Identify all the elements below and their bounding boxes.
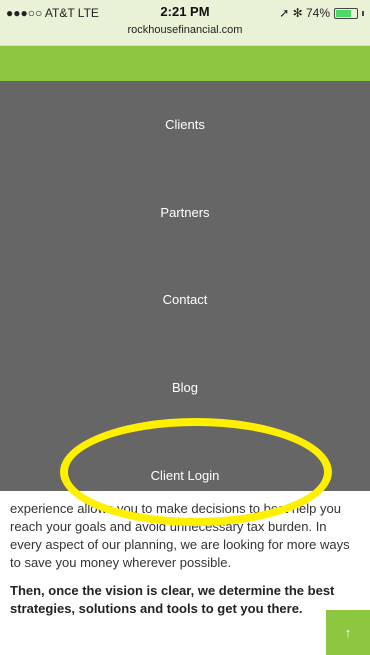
menu-item-partners[interactable]: Partners — [0, 205, 370, 220]
menu-item-client-login[interactable]: Client Login — [0, 468, 370, 483]
nav-menu: Clients Partners Contact Blog Client Log… — [0, 81, 370, 491]
status-indicators-text: ➚ ✻ 74% — [279, 6, 330, 20]
battery-tip — [362, 10, 364, 16]
menu-item-contact[interactable]: Contact — [0, 292, 370, 307]
content-paragraph: experience allows you to make decisions … — [10, 501, 350, 570]
site-header-bar — [0, 46, 370, 81]
content-paragraph-bold: Then, once the vision is clear, we deter… — [10, 583, 335, 616]
menu-item-blog[interactable]: Blog — [0, 380, 370, 395]
page-content: experience allows you to make decisions … — [10, 500, 350, 628]
battery-fill — [336, 9, 351, 17]
arrow-up-icon: ↑ — [344, 625, 352, 640]
battery-icon — [334, 7, 358, 19]
status-indicators: ➚ ✻ 74% — [279, 6, 364, 20]
status-bar: ●●●○○ AT&T LTE 2:21 PM rockhousefinancia… — [0, 0, 370, 46]
menu-item-clients[interactable]: Clients — [0, 117, 370, 132]
scroll-to-top-button[interactable]: ↑ — [326, 610, 370, 655]
address-url[interactable]: rockhousefinancial.com — [0, 24, 370, 36]
